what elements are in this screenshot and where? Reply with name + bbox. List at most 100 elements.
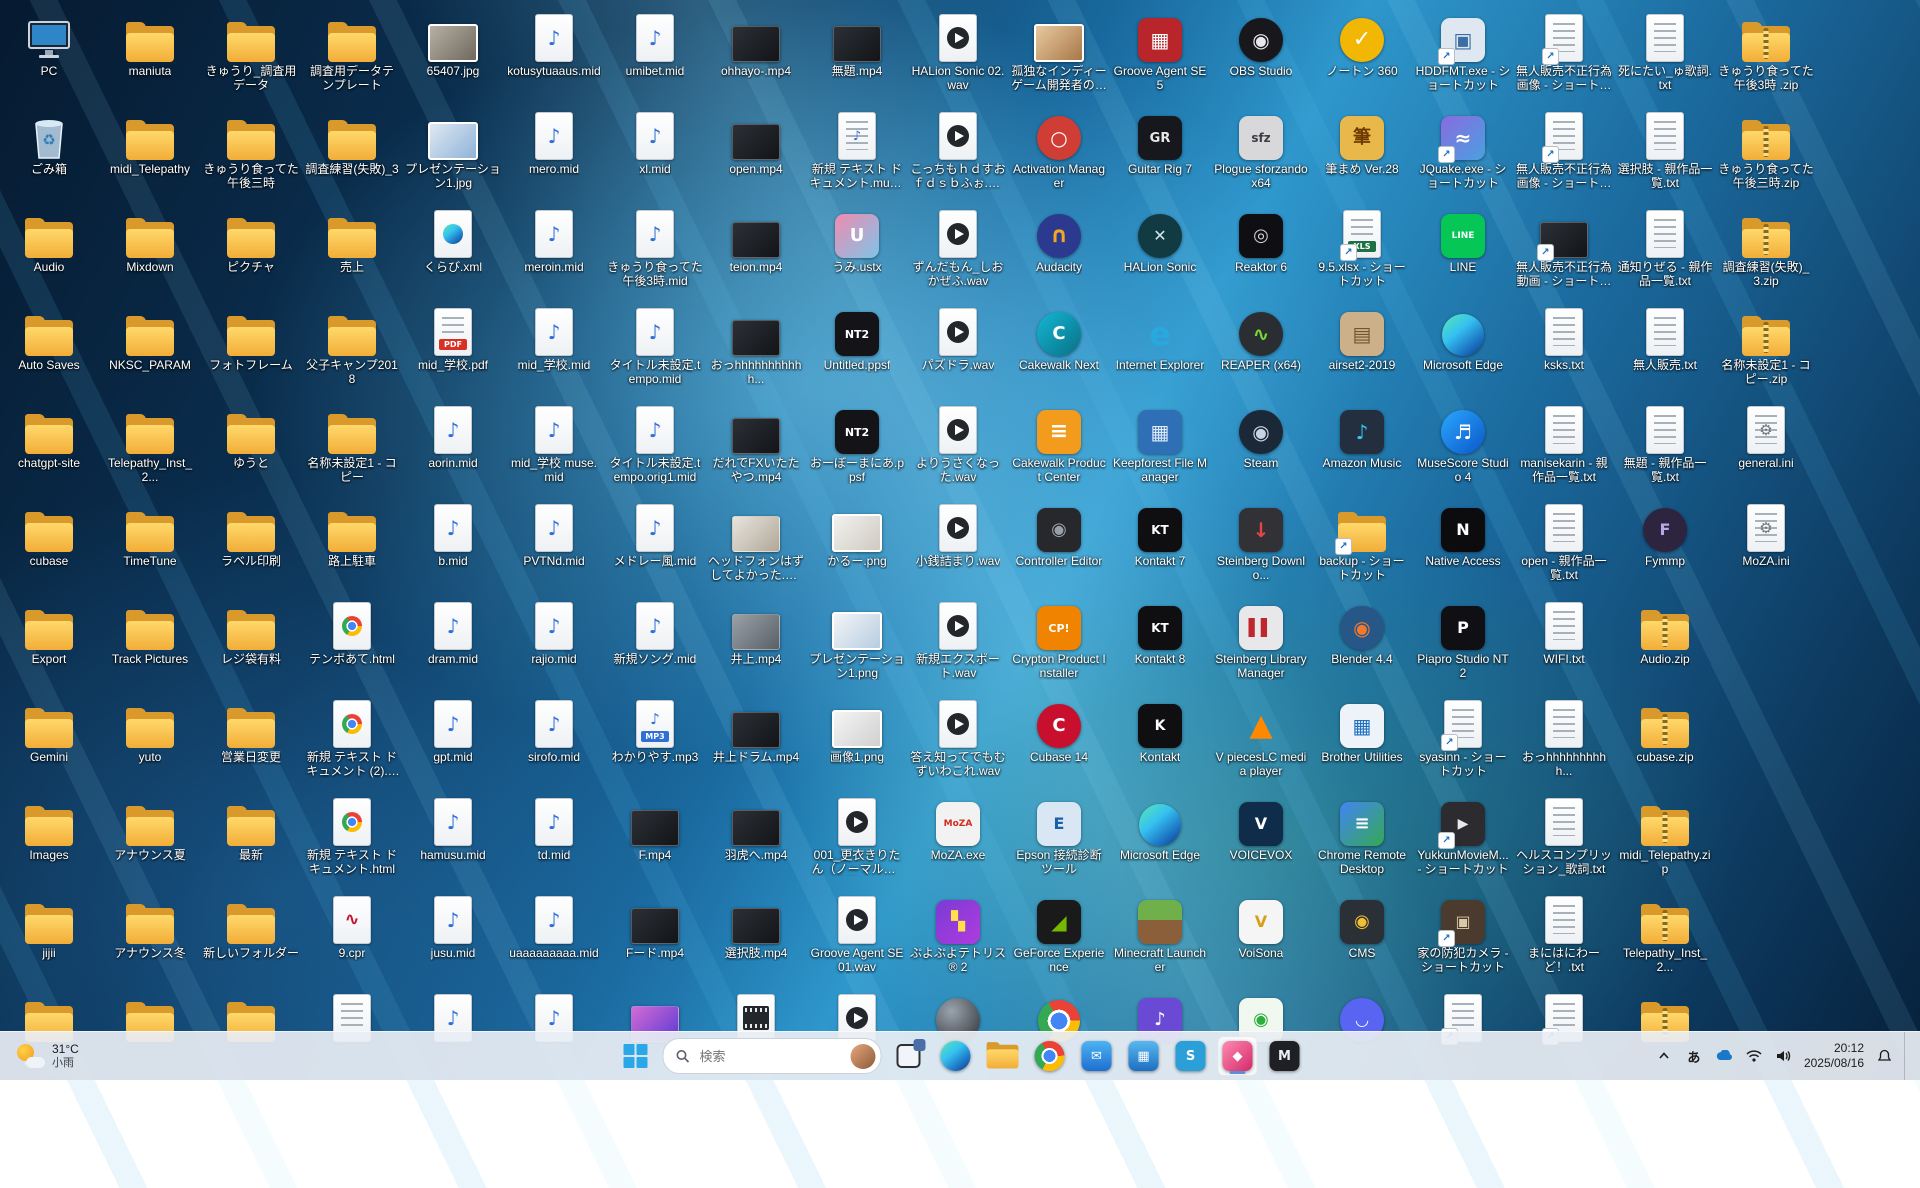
notification-bell-icon[interactable]	[1874, 1042, 1894, 1070]
desktop-icon[interactable]: ∿REAPER (x64)	[1212, 298, 1310, 392]
desktop-icon[interactable]: ⚙MoZA.ini	[1717, 494, 1815, 588]
desktop-icon[interactable]: XLS↗9.5.xlsx - ショートカット	[1313, 200, 1411, 294]
desktop-icon[interactable]: midi_Telepathy.zip	[1616, 788, 1714, 882]
desktop-icon[interactable]: ↗syasinn - ショートカット	[1414, 690, 1512, 784]
desktop-icon[interactable]: ♻ごみ箱	[0, 102, 98, 196]
desktop-icon[interactable]: CP!Crypton Product Installer	[1010, 592, 1108, 686]
taskbar-mail-button[interactable]: ✉	[1077, 1036, 1117, 1076]
desktop-icon[interactable]: 父子キャンプ2018	[303, 298, 401, 392]
desktop-icon[interactable]: ≈↗JQuake.exe - ショートカット	[1414, 102, 1512, 196]
weather-widget[interactable]: 31°C 小雨	[10, 1032, 85, 1080]
desktop-icon[interactable]: ◉Controller Editor	[1010, 494, 1108, 588]
desktop-icon[interactable]: ✓ノートン 360	[1313, 4, 1411, 98]
desktop-icon[interactable]: 65407.jpg	[404, 4, 502, 98]
desktop-icon[interactable]: ♪mero.mid	[505, 102, 603, 196]
desktop-icon[interactable]: ヘルスコンプリッション_歌詞.txt	[1515, 788, 1613, 882]
desktop-icon[interactable]: ♪きゅうり食ってた午後3時.mid	[606, 200, 704, 294]
desktop-icon[interactable]: CCubase 14	[1010, 690, 1108, 784]
desktop-icon[interactable]: 小銭詰まり.wav	[909, 494, 1007, 588]
desktop-icon[interactable]: 選択肢 - 親作品一覧.txt	[1616, 102, 1714, 196]
desktop-icon[interactable]: ♪b.mid	[404, 494, 502, 588]
taskbar-chrome-button[interactable]	[1030, 1036, 1070, 1076]
desktop-icon[interactable]: ♬MuseScore Studio 4	[1414, 396, 1512, 490]
desktop-icon[interactable]: 調査練習(失敗)_3	[303, 102, 401, 196]
desktop-icon[interactable]: 通知りぜる - 親作品一覧.txt	[1616, 200, 1714, 294]
desktop-icon[interactable]: ♪新規ソング.mid	[606, 592, 704, 686]
desktop-icon[interactable]: Gemini	[0, 690, 98, 784]
desktop-icon[interactable]: sfzPlogue sforzando x64	[1212, 102, 1310, 196]
desktop-icon[interactable]: 井上.mp4	[707, 592, 805, 686]
desktop-icon[interactable]: ▣↗家の防犯カメラ - ショートカット	[1414, 886, 1512, 980]
desktop-icon[interactable]: ▦Groove Agent SE 5	[1111, 4, 1209, 98]
desktop-icon[interactable]: パズドラ.wav	[909, 298, 1007, 392]
desktop-icon[interactable]: ◉Steam	[1212, 396, 1310, 490]
desktop-icon[interactable]: NNative Access	[1414, 494, 1512, 588]
desktop-icon[interactable]: 名称未設定1 - コピー	[303, 396, 401, 490]
desktop-icon[interactable]: ♪mid_学校.mid	[505, 298, 603, 392]
desktop-icon[interactable]: GRGuitar Rig 7	[1111, 102, 1209, 196]
desktop-icon[interactable]: EEpson 接続診断ツール	[1010, 788, 1108, 882]
desktop-icon[interactable]: かるー.png	[808, 494, 906, 588]
desktop-icon[interactable]: プレゼンテーション1.jpg	[404, 102, 502, 196]
desktop-icon[interactable]: アナウンス冬	[101, 886, 199, 980]
desktop-icon[interactable]: ↗無人販売不正行為動画 - ショートカット	[1515, 200, 1613, 294]
wifi-icon[interactable]	[1744, 1042, 1764, 1070]
desktop-icon[interactable]: 新規 テキスト ドキュメント.html	[303, 788, 401, 882]
desktop-icon[interactable]: Microsoft Edge	[1414, 298, 1512, 392]
desktop-icon[interactable]: ↗backup - ショートカット	[1313, 494, 1411, 588]
desktop-icon[interactable]: ♪タイトル未設定.tempo.mid	[606, 298, 704, 392]
desktop-icon[interactable]: ksks.txt	[1515, 298, 1613, 392]
desktop-icon[interactable]: 井上ドラム.mp4	[707, 690, 805, 784]
desktop-icon[interactable]: cubase.zip	[1616, 690, 1714, 784]
desktop-icon[interactable]: ♪タイトル未設定.tempo.orig1.mid	[606, 396, 704, 490]
desktop-icon[interactable]: ▦Brother Utilities	[1313, 690, 1411, 784]
desktop-icon[interactable]: ↗無人販売不正行為 画像 - ショートカット	[1515, 102, 1613, 196]
taskbar-clock[interactable]: 20:12 2025/08/16	[1804, 1041, 1864, 1071]
desktop-icon[interactable]: ≡Chrome Remote Desktop	[1313, 788, 1411, 882]
desktop-icon[interactable]: ▦Keepforest File Manager	[1111, 396, 1209, 490]
desktop-icon[interactable]: Fード.mp4	[606, 886, 704, 980]
desktop-icon[interactable]: 新しいフォルダー	[202, 886, 300, 980]
desktop-icon[interactable]: ♪dram.mid	[404, 592, 502, 686]
desktop-icon[interactable]: NT2Untitled.ppsf	[808, 298, 906, 392]
desktop-icon[interactable]: 無題 - 親作品一覧.txt	[1616, 396, 1714, 490]
desktop-icon[interactable]: teion.mp4	[707, 200, 805, 294]
desktop-icon[interactable]: 羽虎へ.mp4	[707, 788, 805, 882]
taskbar-search[interactable]	[663, 1038, 882, 1074]
desktop-icon[interactable]: きゅうり食ってた午後3時 .zip	[1717, 4, 1815, 98]
desktop-icon[interactable]: Telepathy_Inst_2...	[101, 396, 199, 490]
desktop-icon[interactable]: だれでFXいたたやつ.mp4	[707, 396, 805, 490]
desktop-icon[interactable]: Audio.zip	[1616, 592, 1714, 686]
desktop-icon[interactable]: chatgpt-site	[0, 396, 98, 490]
search-input[interactable]	[698, 1048, 843, 1065]
desktop-icon[interactable]: 無題.mp4	[808, 4, 906, 98]
desktop-icon[interactable]: ▤airset2-2019	[1313, 298, 1411, 392]
desktop-icon[interactable]: ♪xl.mid	[606, 102, 704, 196]
desktop-icon[interactable]: ✕HALion Sonic	[1111, 200, 1209, 294]
show-desktop-button[interactable]	[1904, 1032, 1910, 1080]
desktop-icon[interactable]: KTKontakt 8	[1111, 592, 1209, 686]
desktop-icon[interactable]: 名称未設定1 - コピー.zip	[1717, 298, 1815, 392]
desktop-icon[interactable]: まにはにわーど！.txt	[1515, 886, 1613, 980]
desktop-icon[interactable]: 路上駐車	[303, 494, 401, 588]
desktop-icon[interactable]: 新規エクスポート.wav	[909, 592, 1007, 686]
desktop-icon[interactable]: プレゼンテーション1.png	[808, 592, 906, 686]
taskbar-file-explorer-button[interactable]	[983, 1036, 1023, 1076]
desktop-icon[interactable]: ♪umibet.mid	[606, 4, 704, 98]
desktop-icon[interactable]: 最新	[202, 788, 300, 882]
desktop-icon[interactable]: レジ袋有料	[202, 592, 300, 686]
desktop-icon[interactable]: ♪mid_学校 muse.mid	[505, 396, 603, 490]
desktop-icon[interactable]: open.mp4	[707, 102, 805, 196]
desktop-icon[interactable]: 調査用データテンプレート	[303, 4, 401, 98]
desktop-icon[interactable]: Audio	[0, 200, 98, 294]
tray-overflow-chevron-icon[interactable]	[1654, 1042, 1674, 1070]
desktop-icon[interactable]: 新規 テキスト ドキュメント (2).html	[303, 690, 401, 784]
desktop-icon[interactable]: ◎Reaktor 6	[1212, 200, 1310, 294]
desktop-icon[interactable]: ↓Steinberg Downlo...	[1212, 494, 1310, 588]
desktop-icon[interactable]: PC	[0, 4, 98, 98]
desktop-icon[interactable]: テンポあて.html	[303, 592, 401, 686]
desktop-icon[interactable]: おっhhhhhhhhhh...	[1515, 690, 1613, 784]
desktop-icon[interactable]: Uうみ.ustx	[808, 200, 906, 294]
desktop-icon[interactable]: yuto	[101, 690, 199, 784]
desktop-icon[interactable]: midi_Telepathy	[101, 102, 199, 196]
